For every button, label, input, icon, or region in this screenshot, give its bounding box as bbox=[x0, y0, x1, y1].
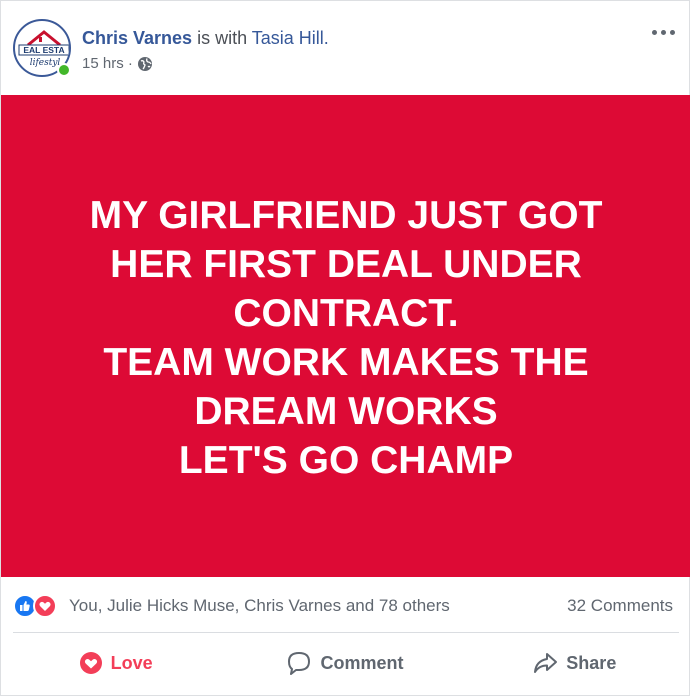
post-text-line: DREAM WORKS bbox=[194, 390, 498, 433]
ellipsis-dot bbox=[669, 29, 675, 35]
avatar-text-top: EAL ESTA bbox=[23, 45, 64, 55]
love-label: Love bbox=[110, 652, 153, 673]
online-status-indicator bbox=[57, 63, 71, 77]
post-title-line: Chris Varnes is with Tasia Hill. bbox=[82, 27, 329, 49]
more-options-button[interactable] bbox=[647, 21, 679, 43]
reactors-text[interactable]: You, Julie Hicks Muse, Chris Varnes and … bbox=[69, 596, 450, 616]
love-button[interactable]: Love bbox=[1, 633, 230, 693]
comment-button[interactable]: Comment bbox=[230, 633, 459, 693]
ellipsis-dot bbox=[660, 29, 666, 35]
with-text: is with bbox=[197, 28, 248, 48]
love-icon bbox=[79, 652, 102, 674]
post-text-line: MY GIRLFRIEND JUST GOT bbox=[89, 194, 603, 237]
globe-icon[interactable] bbox=[137, 56, 153, 72]
post-text-line: HER FIRST DEAL UNDER bbox=[110, 243, 582, 286]
author-name-link[interactable]: Chris Varnes bbox=[82, 28, 192, 48]
reaction-icons[interactable] bbox=[13, 594, 69, 618]
comment-icon bbox=[288, 652, 311, 675]
share-button[interactable]: Share bbox=[460, 633, 689, 693]
comment-label: Comment bbox=[320, 652, 404, 673]
post-text-line: CONTRACT. bbox=[233, 292, 459, 335]
avatar-text-bottom: lifestyl bbox=[30, 58, 61, 68]
post-header: EAL ESTA lifestyl Chris Varnes is with T… bbox=[1, 1, 689, 94]
action-bar: Love Comment Share bbox=[1, 633, 689, 693]
post-image[interactable]: MY GIRLFRIEND JUST GOT HER FIRST DEAL UN… bbox=[1, 95, 690, 577]
tagged-person-link[interactable]: Tasia Hill. bbox=[252, 28, 329, 48]
share-icon bbox=[534, 653, 558, 673]
post-text-line: LET'S GO CHAMP bbox=[178, 439, 514, 482]
post-meta: 15 hrs · bbox=[82, 55, 153, 72]
post-image-text: MY GIRLFRIEND JUST GOT HER FIRST DEAL UN… bbox=[46, 191, 646, 485]
timestamp-link[interactable]: 15 hrs · bbox=[82, 55, 133, 72]
share-label: Share bbox=[566, 652, 617, 673]
post-card: EAL ESTA lifestyl Chris Varnes is with T… bbox=[0, 0, 690, 696]
love-icon bbox=[33, 594, 57, 618]
reactions-bar: You, Julie Hicks Muse, Chris Varnes and … bbox=[1, 578, 689, 632]
comments-count[interactable]: 32 Comments bbox=[567, 596, 673, 616]
ellipsis-icon bbox=[651, 29, 657, 35]
post-text-line: TEAM WORK MAKES THE bbox=[103, 341, 589, 384]
